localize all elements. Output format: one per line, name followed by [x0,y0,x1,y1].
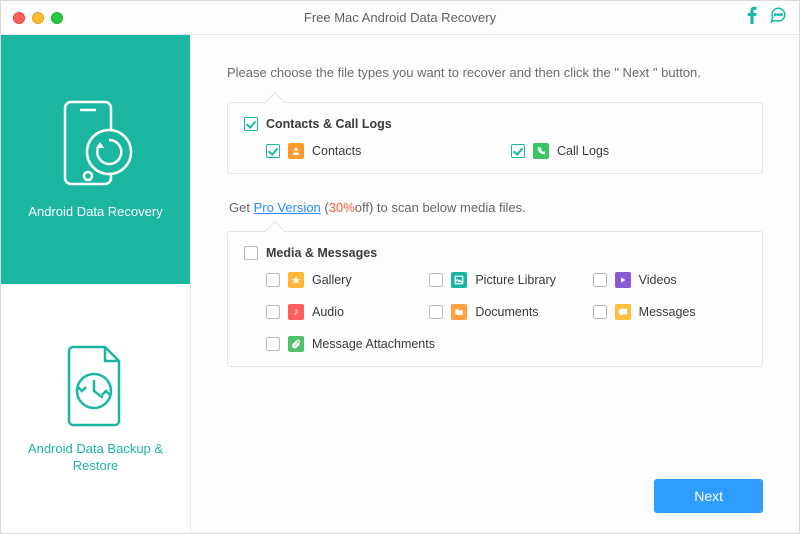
group2-title: Media & Messages [266,246,377,260]
contacts-icon [288,143,304,159]
message-attachments-icon [288,336,304,352]
main-panel: Please choose the file types you want to… [191,35,799,533]
messages-icon [615,304,631,320]
item-label: Messages [639,305,696,319]
instruction-text: Please choose the file types you want to… [227,65,763,80]
titlebar: Free Mac Android Data Recovery [1,1,799,35]
picture-library-icon [451,272,467,288]
group2-header[interactable]: Media & Messages [244,246,746,260]
pro-prefix: Get [229,200,254,215]
item-label: Contacts [312,144,361,158]
item-label: Message Attachments [312,337,435,351]
checkbox-group2[interactable] [244,246,258,260]
group2-items: ★ Gallery Picture Library [244,272,746,352]
window-controls [13,12,63,24]
group-contacts-logs: Contacts & Call Logs Contacts [227,102,763,174]
checkbox-picture-library[interactable] [429,273,443,287]
sidebar-item-label: Android Data Recovery [28,204,162,221]
checkbox-call-logs[interactable] [511,144,525,158]
call-logs-icon [533,143,549,159]
checkbox-audio[interactable] [266,305,280,319]
checkbox-contacts[interactable] [266,144,280,158]
item-call-logs[interactable]: Call Logs [511,143,746,159]
close-window-button[interactable] [13,12,25,24]
file-backup-icon [61,343,131,427]
window-title: Free Mac Android Data Recovery [1,10,799,25]
fullscreen-window-button[interactable] [51,12,63,24]
item-label: Picture Library [475,273,556,287]
sidebar-item-data-recovery[interactable]: Android Data Recovery [1,35,190,284]
group-media-messages: Media & Messages ★ Gallery Picture Libra… [227,231,763,367]
phone-recovery-icon [55,98,137,190]
item-label: Gallery [312,273,352,287]
sidebar: Android Data Recovery Android Data Backu… [1,35,191,533]
chat-icon[interactable] [769,6,787,29]
item-documents[interactable]: Documents [429,304,582,320]
pro-discount: 30% [329,200,355,215]
app-body: Android Data Recovery Android Data Backu… [1,35,799,533]
videos-icon [615,272,631,288]
panel-notch [265,221,285,241]
checkbox-documents[interactable] [429,305,443,319]
item-gallery[interactable]: ★ Gallery [266,272,419,288]
checkbox-message-attachments[interactable] [266,337,280,351]
pro-suffix: off) to scan below media files. [355,200,526,215]
audio-icon: ♪ [288,304,304,320]
facebook-icon[interactable] [745,6,759,29]
item-label: Videos [639,273,677,287]
checkbox-messages[interactable] [593,305,607,319]
checkbox-videos[interactable] [593,273,607,287]
titlebar-actions [745,6,787,29]
panel-notch [265,92,285,112]
item-contacts[interactable]: Contacts [266,143,501,159]
checkbox-gallery[interactable] [266,273,280,287]
item-message-attachments[interactable]: Message Attachments [266,336,419,352]
item-label: Documents [475,305,538,319]
pro-version-link[interactable]: Pro Version [254,200,321,215]
group1-title: Contacts & Call Logs [266,117,392,131]
sidebar-item-backup-restore[interactable]: Android Data Backup & Restore [1,284,190,533]
item-label: Call Logs [557,144,609,158]
item-label: Audio [312,305,344,319]
item-videos[interactable]: Videos [593,272,746,288]
minimize-window-button[interactable] [32,12,44,24]
sidebar-item-label: Android Data Backup & Restore [9,441,182,475]
item-messages[interactable]: Messages [593,304,746,320]
gallery-icon: ★ [288,272,304,288]
app-window: Free Mac Android Data Recovery [0,0,800,534]
item-picture-library[interactable]: Picture Library [429,272,582,288]
checkbox-group1[interactable] [244,117,258,131]
next-button[interactable]: Next [654,479,763,513]
group1-header[interactable]: Contacts & Call Logs [244,117,746,131]
group1-items: Contacts Call Logs [244,143,746,159]
item-audio[interactable]: ♪ Audio [266,304,419,320]
pro-mid: ( [321,200,329,215]
documents-icon [451,304,467,320]
pro-version-line: Get Pro Version (30%off) to scan below m… [229,200,763,215]
